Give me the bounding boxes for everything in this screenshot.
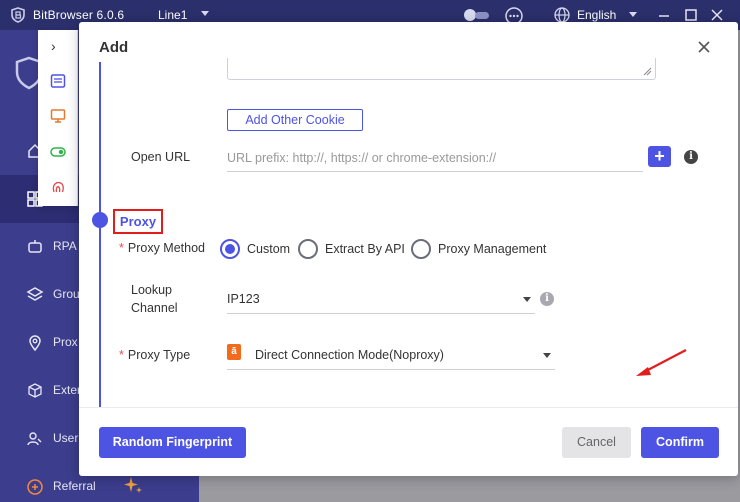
cube-icon xyxy=(28,383,42,398)
proxy-type-label-text: Proxy Type xyxy=(127,348,191,362)
proxy-method-label: * Proxy Method xyxy=(119,241,205,255)
radio-circle[interactable] xyxy=(411,239,431,259)
maximize-icon[interactable] xyxy=(683,7,699,23)
cookie-textarea[interactable] xyxy=(227,58,656,80)
add-url-button[interactable]: + xyxy=(648,146,671,167)
radio-label: Custom xyxy=(247,242,291,256)
dialog-title: Add xyxy=(99,39,129,56)
add-other-cookie-button[interactable]: Add Other Cookie xyxy=(227,109,363,131)
footer-divider xyxy=(79,407,738,408)
rpa-icon xyxy=(28,240,42,253)
background-area xyxy=(199,478,740,502)
proxy-type-value: Direct Connection Mode(Noproxy) xyxy=(255,348,444,362)
info-icon[interactable]: i xyxy=(684,150,698,164)
annotation-arrow-icon xyxy=(636,349,687,376)
proxy-type-label: * Proxy Type xyxy=(119,348,190,362)
group-icon xyxy=(26,287,44,301)
open-url-input[interactable]: URL prefix: http://, https:// or chrome-… xyxy=(227,144,643,172)
users-icon xyxy=(27,432,42,446)
toggle-icon[interactable] xyxy=(50,144,66,160)
sidebar-item-label: Exter xyxy=(53,383,82,397)
lookup-channel-select[interactable]: IP123 xyxy=(227,286,535,314)
quick-panel: › xyxy=(38,30,78,206)
confirm-button[interactable]: Confirm xyxy=(641,427,719,458)
random-fingerprint-button[interactable]: Random Fingerprint xyxy=(99,427,246,458)
app-title: BitBrowser 6.0.6 xyxy=(33,8,125,22)
line-selector[interactable]: Line1 xyxy=(158,8,187,22)
chevron-right-icon[interactable]: › xyxy=(51,38,56,54)
sidebar-item-label: Prox xyxy=(53,335,78,349)
lookup-channel-label-1: Lookup xyxy=(131,283,173,297)
radio-custom[interactable]: Custom xyxy=(220,238,294,260)
proxy-section-title: Proxy xyxy=(113,209,163,234)
radio-circle[interactable] xyxy=(298,239,318,259)
radio-circle[interactable] xyxy=(220,239,240,259)
required-mark: * xyxy=(119,348,124,362)
add-dialog: Add Add Other Cookie Open URL URL prefix… xyxy=(79,22,738,476)
radio-proxy-management[interactable]: Proxy Management xyxy=(411,238,551,260)
referral-icon xyxy=(27,479,43,495)
fingerprint-icon[interactable] xyxy=(50,179,66,195)
minimize-icon[interactable] xyxy=(656,7,672,23)
bitbrowser-logo-icon xyxy=(11,7,25,23)
proxy-type-select[interactable]: ā Direct Connection Mode(Noproxy) xyxy=(227,340,555,370)
radio-label: Proxy Management xyxy=(438,242,547,256)
window-close-icon[interactable] xyxy=(709,7,725,23)
close-icon[interactable] xyxy=(695,38,713,56)
resize-handle-icon[interactable] xyxy=(642,66,652,76)
timeline-dot xyxy=(92,212,108,228)
browser-window-icon[interactable] xyxy=(50,73,66,89)
cancel-button[interactable]: Cancel xyxy=(562,427,631,458)
chevron-down-icon[interactable] xyxy=(201,11,209,16)
info-icon[interactable]: i xyxy=(540,292,554,306)
proxy-type-icon: ā xyxy=(227,344,241,360)
chevron-down-icon xyxy=(543,353,551,358)
ip-monitor-icon[interactable] xyxy=(50,108,66,124)
chevron-down-icon xyxy=(523,297,531,302)
radio-extract-by-api[interactable]: Extract By API xyxy=(298,238,406,260)
sidebar-item-label: RPA xyxy=(53,239,77,253)
required-mark: * xyxy=(119,241,124,255)
open-url-label: Open URL xyxy=(131,150,191,164)
proxy-method-label-text: Proxy Method xyxy=(127,241,205,255)
sidebar-item-label: Referral xyxy=(53,479,96,493)
timeline-line xyxy=(99,62,101,407)
lookup-channel-label-2: Channel xyxy=(131,301,178,315)
lookup-channel-value: IP123 xyxy=(227,292,260,306)
sidebar-item-label: User xyxy=(53,431,79,445)
location-icon xyxy=(29,335,41,352)
sidebar-item-label: Grou xyxy=(53,287,80,301)
language-selector[interactable]: English xyxy=(577,8,616,22)
sparkle-icon xyxy=(124,477,142,493)
radio-label: Extract By API xyxy=(325,242,405,256)
chevron-down-icon[interactable] xyxy=(629,12,637,17)
